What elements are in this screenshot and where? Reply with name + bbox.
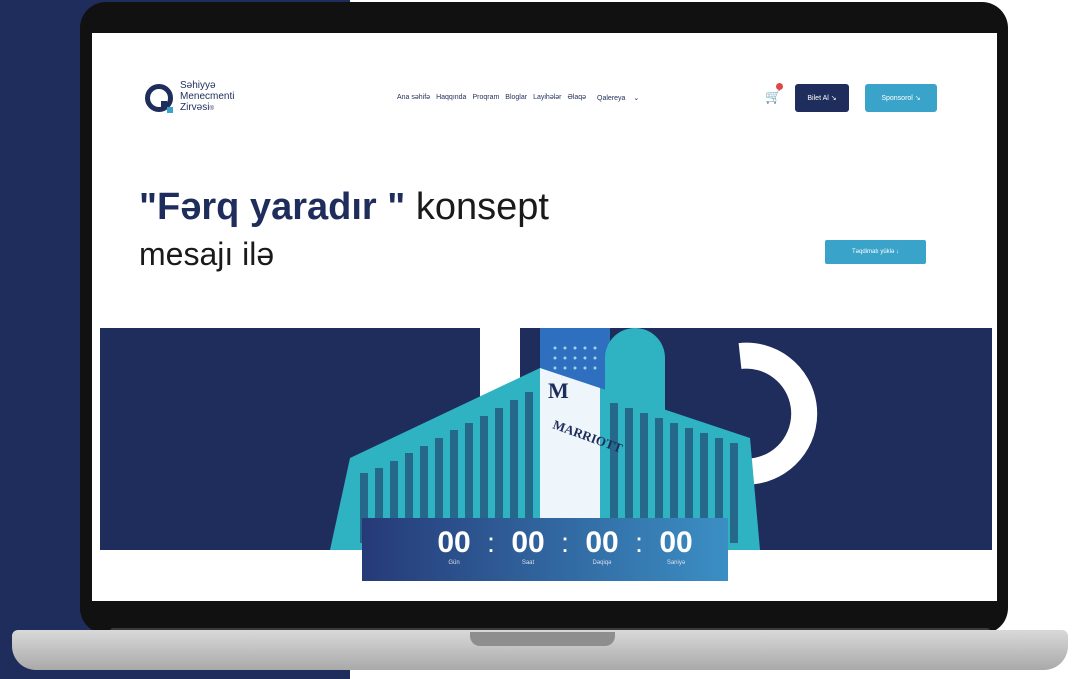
main-nav: Ana səhifə Haqqında Proqram Bloglar Layi… — [397, 94, 651, 102]
countdown-days-label: Gün — [448, 560, 460, 566]
logo-line-3: Zirvəsi — [180, 102, 210, 113]
hero-rest-text: konsept — [405, 186, 549, 228]
countdown-days: 00 Gün — [424, 518, 484, 581]
logo-line-1: Səhiyyə — [180, 80, 216, 91]
logo-mark-icon — [144, 83, 174, 113]
cart-icon[interactable]: 🛒 — [765, 89, 781, 105]
download-presentation-button[interactable]: Təqdimatı yüklə ↓ — [825, 240, 926, 264]
hero-quote-close: " — [376, 186, 406, 228]
hero-subtitle: mesajı ilə — [139, 236, 275, 272]
countdown-hours-value: 00 — [511, 526, 545, 559]
countdown-seconds: 00 Saniyə — [646, 518, 706, 581]
countdown-seconds-label: Saniyə — [666, 560, 686, 566]
countdown-minutes-label: Dəqiqə — [592, 560, 612, 566]
countdown-timer: 00 Gün : 00 Saat : 00 Dəqiqə : 00 Saniyə — [362, 518, 728, 581]
countdown-separator: : — [561, 527, 569, 558]
countdown-minutes-value: 00 — [585, 526, 619, 559]
countdown-separator: : — [635, 527, 643, 558]
buy-ticket-button[interactable]: Bilet Al ↘ — [795, 84, 849, 112]
marriott-logo-icon: M — [548, 378, 569, 403]
nav-item-blogs[interactable]: Bloglar — [505, 94, 527, 102]
nav-item-gallery[interactable]: Qalereya ⌄ — [597, 94, 645, 102]
laptop-notch — [470, 632, 615, 646]
laptop-screen: Səhiyyə Menecmenti Zirvəsi® Ana səhifə H… — [92, 33, 997, 601]
hotel-illustration: MARRIOTT M — [330, 328, 818, 550]
logo-suffix: ® — [209, 106, 214, 112]
countdown-separator: : — [487, 527, 495, 558]
hero-banner: MARRIOTT M — [100, 328, 992, 550]
sponsor-button[interactable]: Sponsorol ↘ — [865, 84, 937, 112]
logo-line-2: Menecmenti — [180, 91, 235, 102]
hero-title: "Fərq yaradır " konsept — [139, 186, 549, 229]
nav-item-program[interactable]: Proqram — [472, 94, 499, 102]
countdown-hours-label: Saat — [521, 560, 535, 566]
nav-item-about[interactable]: Haqqında — [436, 94, 466, 102]
nav-item-contact[interactable]: Əlaqə — [568, 94, 587, 102]
chevron-down-icon: ⌄ — [633, 95, 640, 102]
logo-text: Səhiyyə Menecmenti Zirvəsi® — [180, 80, 234, 115]
nav-item-home[interactable]: Ana səhifə — [397, 94, 430, 102]
countdown-hours: 00 Saat — [498, 518, 558, 581]
hero-quote-open: " — [139, 186, 158, 228]
countdown-seconds-value: 00 — [659, 526, 693, 559]
cart-badge — [776, 83, 783, 90]
countdown-days-value: 00 — [437, 526, 471, 559]
countdown-minutes: 00 Dəqiqə — [572, 518, 632, 581]
site-logo[interactable]: Səhiyyə Menecmenti Zirvəsi® — [144, 80, 234, 115]
nav-gallery-label: Qalereya — [597, 95, 626, 102]
hero-bold-text: Fərq yaradır — [157, 186, 377, 228]
nav-item-projects[interactable]: Layihələr — [533, 94, 561, 102]
